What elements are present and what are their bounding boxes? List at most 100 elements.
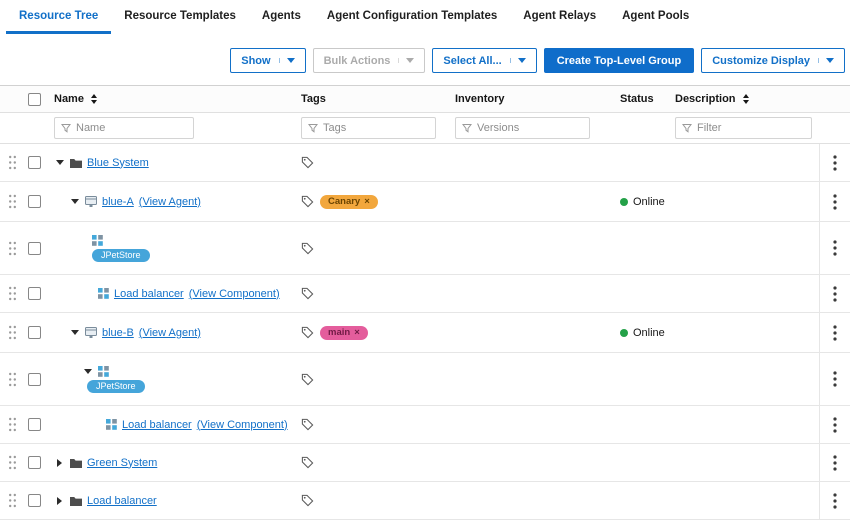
select-all-checkbox-cell (24, 86, 54, 112)
kebab-menu-icon[interactable] (833, 454, 837, 471)
status-cell (614, 275, 671, 312)
customize-display-button[interactable]: Customize Display (701, 48, 845, 73)
resource-name-link[interactable]: Blue System (87, 157, 149, 169)
tag-icon[interactable] (301, 156, 314, 169)
caret-down-icon[interactable] (69, 199, 80, 204)
row-checkbox[interactable] (28, 494, 41, 507)
column-header-description[interactable]: Description (671, 86, 819, 112)
resource-name-link[interactable]: Load balancer (122, 419, 192, 431)
inventory-filter-input[interactable] (477, 122, 583, 134)
tag-icon[interactable] (301, 242, 314, 255)
filter-cell-name (54, 113, 294, 143)
status-cell: Online (614, 182, 671, 221)
resource-name-link[interactable]: blue-B (102, 327, 134, 339)
kebab-menu-icon[interactable] (833, 371, 837, 387)
row-checkbox[interactable] (28, 287, 41, 300)
drag-handle[interactable] (0, 482, 24, 519)
create-top-level-group-button[interactable]: Create Top-Level Group (543, 48, 695, 73)
row-checkbox[interactable] (28, 418, 41, 431)
tag-icon[interactable] (301, 456, 314, 469)
kebab-menu-icon[interactable] (833, 416, 837, 433)
row-checkbox[interactable] (28, 241, 41, 255)
kebab-menu-icon[interactable] (833, 492, 837, 509)
kebab-menu-icon[interactable] (833, 154, 837, 171)
row-checkbox-cell (24, 144, 54, 181)
table-row: Load balancer (View Component) (0, 275, 850, 313)
tab-resource-templates[interactable]: Resource Templates (111, 0, 249, 34)
tag-icon[interactable] (301, 494, 314, 507)
tag-icon[interactable] (301, 373, 314, 386)
caret-down-icon[interactable] (82, 368, 93, 374)
name-cell: Load balancer (54, 482, 294, 519)
tab-agent-pools[interactable]: Agent Pools (609, 0, 702, 34)
tab-agents[interactable]: Agents (249, 0, 314, 34)
name-filter-input[interactable] (76, 122, 187, 134)
name-cell: Load balancer (View Component) (54, 275, 294, 312)
remove-tag-icon[interactable]: × (354, 327, 360, 339)
tag-icon[interactable] (301, 326, 314, 339)
show-button[interactable]: Show (230, 48, 306, 73)
table-row: Green System (0, 444, 850, 482)
chevron-down-icon (509, 58, 526, 63)
kebab-menu-icon[interactable] (833, 193, 837, 210)
tag-icon[interactable] (301, 287, 314, 300)
table-row: Load balancer (0, 482, 850, 520)
column-header-name[interactable]: Name (54, 86, 294, 112)
tags-filter-input[interactable] (323, 122, 429, 134)
resource-name-link[interactable]: Green System (87, 457, 157, 469)
row-checkbox[interactable] (28, 195, 41, 208)
tab-agent-relays[interactable]: Agent Relays (510, 0, 609, 34)
drag-handle[interactable] (0, 444, 24, 481)
funnel-icon (308, 123, 318, 133)
view-link[interactable]: (View Component) (197, 419, 288, 431)
drag-handle[interactable] (0, 182, 24, 221)
select-all-button[interactable]: Select All... (432, 48, 537, 73)
tag-pill[interactable]: Canary × (320, 194, 378, 209)
drag-handle[interactable] (0, 313, 24, 352)
resource-name-link[interactable]: blue-A (102, 196, 134, 208)
folder-icon (70, 158, 82, 168)
remove-tag-icon[interactable]: × (364, 196, 370, 208)
caret-down-icon[interactable] (69, 330, 80, 335)
view-link[interactable]: (View Agent) (139, 196, 201, 208)
tag-icon[interactable] (301, 195, 314, 208)
name-cell: Green System (54, 444, 294, 481)
resource-name-link[interactable]: Load balancer (87, 495, 157, 507)
caret-right-icon[interactable] (54, 496, 65, 505)
name-cell: blue-A (View Agent) (54, 182, 294, 221)
description-filter-input[interactable] (697, 122, 805, 134)
kebab-menu-icon[interactable] (833, 240, 837, 256)
row-checkbox[interactable] (28, 372, 41, 386)
view-link[interactable]: (View Component) (189, 288, 280, 300)
row-checkbox[interactable] (28, 156, 41, 169)
tags-cell (294, 222, 449, 274)
top-tab-bar: Resource Tree Resource Templates Agents … (0, 0, 850, 34)
caret-right-icon[interactable] (54, 458, 65, 467)
column-header-tags: Tags (301, 93, 326, 105)
row-checkbox[interactable] (28, 456, 41, 469)
component-pill[interactable]: JPetStore (92, 248, 150, 262)
tag-pill[interactable]: main × (320, 325, 368, 340)
drag-handle[interactable] (0, 353, 24, 405)
view-link[interactable]: (View Agent) (139, 327, 201, 339)
drag-handle[interactable] (0, 406, 24, 443)
sort-arrows-icon[interactable] (90, 94, 97, 104)
row-checkbox-cell (24, 444, 54, 481)
inventory-cell (449, 406, 614, 443)
select-all-checkbox[interactable] (28, 92, 41, 106)
kebab-menu-icon[interactable] (833, 324, 837, 341)
drag-handle[interactable] (0, 222, 24, 274)
table-row: blue-B (View Agent) main × Online (0, 313, 850, 353)
drag-handle[interactable] (0, 275, 24, 312)
tab-resource-tree[interactable]: Resource Tree (6, 0, 112, 34)
drag-handle[interactable] (0, 144, 24, 181)
row-checkbox[interactable] (28, 326, 41, 339)
kebab-menu-icon[interactable] (833, 285, 837, 302)
tab-agent-configuration-templates[interactable]: Agent Configuration Templates (314, 0, 510, 34)
row-actions-cell (819, 406, 850, 443)
tag-icon[interactable] (301, 418, 314, 431)
caret-down-icon[interactable] (54, 160, 65, 165)
component-pill[interactable]: JPetStore (87, 379, 145, 393)
sort-arrows-icon[interactable] (742, 94, 749, 104)
resource-name-link[interactable]: Load balancer (114, 288, 184, 300)
